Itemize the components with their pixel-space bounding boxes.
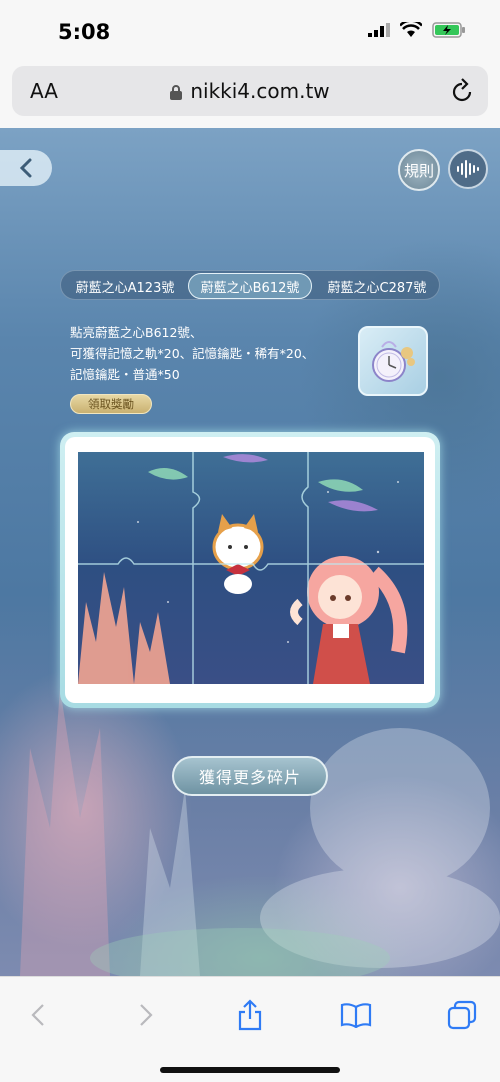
forward-nav-button[interactable] (126, 995, 166, 1035)
puzzle-board (78, 452, 424, 684)
tab-a123[interactable]: 蔚藍之心A123號 (64, 273, 186, 299)
share-icon (238, 999, 262, 1031)
claim-reward-button[interactable]: 領取獎勵 (70, 394, 152, 414)
audio-button[interactable] (448, 149, 488, 189)
back-button[interactable] (0, 150, 52, 186)
back-nav-button[interactable] (18, 995, 58, 1035)
level-tabs: 蔚藍之心A123號 蔚藍之心B612號 蔚藍之心C287號 (60, 270, 440, 300)
audio-wave-icon (457, 160, 479, 178)
game-page: 規則 蔚藍之心A123號 蔚藍之心B612號 蔚藍之心C287號 點亮蔚藍之心B… (0, 128, 500, 976)
reload-icon[interactable] (450, 78, 474, 104)
tabs-icon (447, 1000, 477, 1030)
address-bar-area: AA nikki4.com.tw (0, 62, 500, 128)
chevron-left-icon (31, 1004, 44, 1026)
bookmarks-button[interactable] (336, 995, 376, 1035)
status-bar: 5:08 (0, 0, 500, 62)
chevron-left-icon (19, 158, 32, 178)
battery-charging-icon (432, 22, 465, 38)
pocket-watch-icon (372, 341, 415, 382)
puzzle-frame (60, 432, 440, 708)
status-time: 5:08 (58, 20, 111, 44)
url-text: nikki4.com.tw (190, 79, 330, 103)
book-icon (340, 1003, 372, 1028)
signal-icon (368, 23, 390, 37)
address-bar[interactable]: AA nikki4.com.tw (12, 66, 488, 116)
reward-item[interactable] (358, 326, 428, 396)
chevron-right-icon (140, 1004, 153, 1026)
wifi-icon (400, 22, 422, 37)
tabs-button[interactable] (442, 995, 482, 1035)
get-more-pieces-button[interactable]: 獲得更多碎片 (172, 756, 328, 796)
puzzle-image (78, 452, 424, 684)
share-button[interactable] (230, 995, 270, 1035)
rules-button[interactable]: 規則 (398, 149, 440, 191)
tab-b612[interactable]: 蔚藍之心B612號 (188, 273, 312, 299)
tab-c287[interactable]: 蔚藍之心C287號 (316, 273, 438, 299)
status-icons (368, 22, 466, 38)
home-indicator (160, 1067, 340, 1073)
lock-icon (170, 85, 183, 100)
url-display[interactable]: nikki4.com.tw (12, 79, 488, 103)
reward-description: 點亮蔚藍之心B612號、 可獲得記憶之軌*20、記憶鑰匙・稀有*20、 記憶鑰匙… (70, 325, 315, 382)
browser-toolbar (0, 976, 500, 1082)
